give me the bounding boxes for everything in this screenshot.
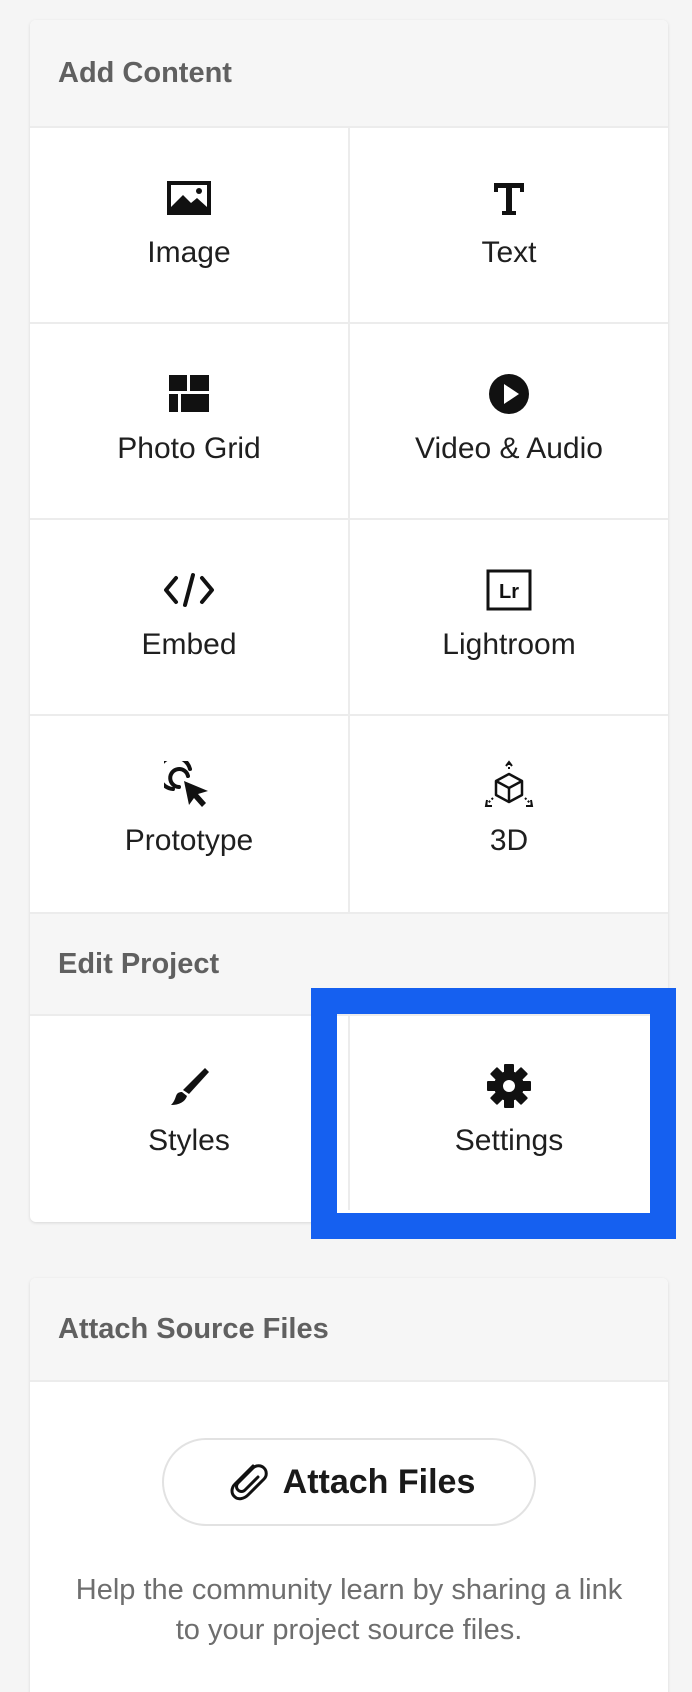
image-label: Image — [147, 236, 231, 269]
gear-icon — [481, 1058, 537, 1114]
video-audio-label: Video & Audio — [415, 432, 603, 465]
prototype-label: Prototype — [124, 824, 254, 857]
attach-files-label: Attach Files — [282, 1462, 476, 1501]
add-video-audio-tile[interactable]: Video & Audio — [350, 324, 668, 520]
content-panel: Add Content Image Text Photo Grid Video … — [30, 20, 668, 1222]
brush-icon — [161, 1058, 217, 1114]
image-icon — [161, 170, 217, 226]
embed-label: Embed — [141, 628, 237, 661]
attach-body: Attach Files Help the community learn by… — [30, 1382, 668, 1650]
attach-panel: Attach Source Files Attach Files Help th… — [30, 1278, 668, 1692]
prototype-cursor-icon — [161, 758, 217, 814]
text-icon — [481, 170, 537, 226]
attach-files-button[interactable]: Attach Files — [162, 1438, 536, 1526]
add-embed-tile[interactable]: Embed — [30, 520, 350, 716]
add-photo-grid-tile[interactable]: Photo Grid — [30, 324, 350, 520]
styles-tile[interactable]: Styles — [30, 1016, 350, 1210]
add-lightroom-tile[interactable]: Lr Lightroom — [350, 520, 668, 716]
edit-project-grid: Styles Settings — [30, 1016, 668, 1210]
add-prototype-tile[interactable]: Prototype — [30, 716, 350, 912]
settings-tile[interactable]: Settings — [350, 1016, 668, 1210]
add-content-grid: Image Text Photo Grid Video & Audio Embe… — [30, 128, 668, 912]
settings-label: Settings — [454, 1124, 564, 1157]
add-content-header: Add Content — [30, 20, 668, 128]
code-icon — [161, 562, 217, 618]
add-image-tile[interactable]: Image — [30, 128, 350, 324]
play-icon — [481, 366, 537, 422]
attach-header: Attach Source Files — [30, 1278, 668, 1382]
attach-help-text: Help the community learn by sharing a li… — [75, 1574, 623, 1646]
add-text-tile[interactable]: Text — [350, 128, 668, 324]
photo-grid-icon — [161, 366, 217, 422]
3d-label: 3D — [489, 824, 529, 857]
page: Add Content Image Text Photo Grid Video … — [0, 0, 692, 1692]
lightroom-label: Lightroom — [442, 628, 576, 661]
add-3d-tile[interactable]: 3D — [350, 716, 668, 912]
lightroom-badge-text: Lr — [499, 581, 519, 603]
edit-project-header: Edit Project — [30, 912, 668, 1016]
lightroom-icon: Lr — [481, 562, 537, 618]
cube-3d-icon — [481, 758, 537, 814]
styles-label: Styles — [148, 1124, 230, 1157]
paperclip-icon — [223, 1456, 271, 1509]
text-label: Text — [481, 236, 537, 269]
photo-grid-label: Photo Grid — [117, 432, 261, 465]
